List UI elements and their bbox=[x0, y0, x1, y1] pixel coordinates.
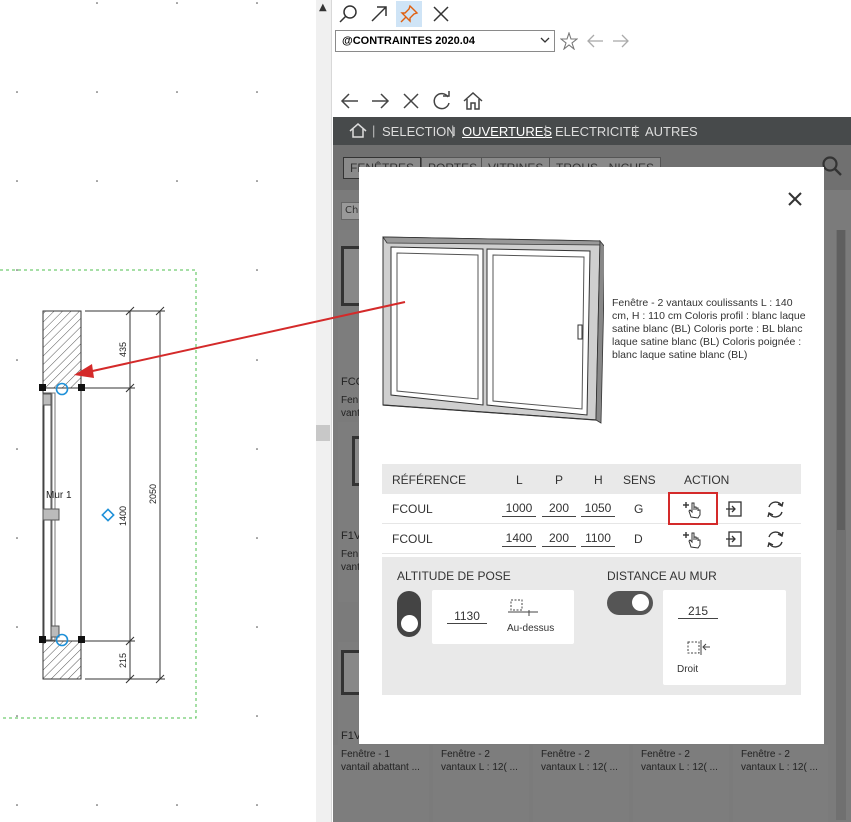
card-desc: Fen vant bbox=[341, 549, 360, 573]
distance-value[interactable]: 215 bbox=[678, 604, 718, 619]
card-desc: Fenêtre - 2 vantaux L : 12( ... bbox=[541, 749, 618, 773]
altitude-caption: Au-dessus bbox=[507, 623, 555, 634]
catalog-card[interactable]: F1V bbox=[338, 642, 363, 752]
app-root: 435 1400 215 2050 Mur 1 ▲ @CONTRAINTES 2… bbox=[0, 0, 851, 822]
back-icon[interactable] bbox=[339, 90, 361, 112]
menu-item-electricite[interactable]: ELECTRICITE bbox=[555, 124, 640, 139]
row-p[interactable]: 200 bbox=[542, 501, 576, 517]
close-icon[interactable] bbox=[428, 1, 454, 27]
table-header: RÉFÉRENCE L P H SENS ACTION bbox=[382, 464, 801, 494]
profile-select[interactable]: @CONTRAINTES 2020.04 bbox=[335, 30, 555, 52]
row-sens: D bbox=[634, 532, 643, 546]
align-right-icon[interactable] bbox=[687, 640, 713, 656]
catalog-card[interactable]: Fenêtre - 2 vantaux L : 12( ... bbox=[733, 745, 828, 822]
card-desc: Fenêtre - 2 vantaux L : 12( ... bbox=[641, 749, 718, 773]
catalog-card[interactable]: F1V Fen vant bbox=[338, 422, 364, 602]
sliding-window-image bbox=[382, 236, 604, 424]
distance-label: DISTANCE AU MUR bbox=[607, 569, 717, 583]
table-row[interactable]: FCOUL 1000 200 1050 G bbox=[382, 494, 801, 524]
menu-item-selection[interactable]: SELECTION bbox=[382, 124, 456, 139]
wall-label: Mur 1 bbox=[46, 490, 72, 501]
bottom-card-row: Fenêtre - 1 vantail abattant ... Fenêtre… bbox=[333, 745, 851, 822]
distance-card: 215 Droit bbox=[663, 590, 786, 685]
menu-item-ouvertures[interactable]: OUVERTURES bbox=[462, 124, 552, 139]
cad-view[interactable]: 435 1400 215 2050 Mur 1 bbox=[0, 0, 316, 822]
forward-icon[interactable] bbox=[369, 90, 391, 112]
back-small-icon[interactable] bbox=[585, 32, 605, 50]
top-toolbar bbox=[333, 0, 851, 28]
altitude-card: 1130 Au-dessus bbox=[432, 590, 574, 644]
card-desc: Fenêtre - 2 vantaux L : 12( ... bbox=[741, 749, 818, 773]
product-description: Fenêtre - 2 vantaux coulissants L : 140 … bbox=[612, 297, 806, 361]
search-icon[interactable] bbox=[335, 1, 361, 27]
modal-close-icon[interactable] bbox=[785, 189, 805, 209]
table-row[interactable]: FCOUL 1400 200 1100 D bbox=[382, 524, 801, 554]
col-reference: RÉFÉRENCE bbox=[392, 473, 467, 487]
catalog-card[interactable]: FCC Fen vant bbox=[338, 230, 364, 419]
card-desc: Fenêtre - 1 vantail abattant ... bbox=[341, 749, 420, 773]
pin-icon[interactable] bbox=[396, 1, 422, 27]
altitude-toggle[interactable] bbox=[397, 591, 421, 637]
profile-select-value: @CONTRAINTES 2020.04 bbox=[342, 35, 475, 47]
row-l[interactable]: 1400 bbox=[502, 531, 536, 547]
dim-top-label: 435 bbox=[118, 342, 128, 357]
forward-small-icon[interactable] bbox=[611, 32, 631, 50]
flip-icon[interactable] bbox=[764, 498, 786, 520]
altitude-label: ALTITUDE DE POSE bbox=[397, 569, 511, 583]
menu-item-autres[interactable]: AUTRES bbox=[645, 124, 698, 139]
card-desc: Fenêtre - 2 vantaux L : 12( ... bbox=[441, 749, 518, 773]
card-desc: Fen vant bbox=[341, 395, 360, 419]
chevron-down-icon[interactable] bbox=[539, 34, 551, 46]
dim-bottom-label: 215 bbox=[118, 653, 128, 668]
arrow-up-right-icon[interactable] bbox=[366, 1, 392, 27]
catalog-scroll-thumb[interactable] bbox=[837, 230, 845, 530]
catalog-scrollbar[interactable] bbox=[836, 230, 846, 820]
col-p: P bbox=[555, 473, 564, 487]
star-icon[interactable] bbox=[560, 32, 578, 50]
distance-toggle[interactable] bbox=[607, 591, 653, 615]
catalog-card[interactable]: Fenêtre - 2 vantaux L : 12( ... bbox=[633, 745, 729, 822]
dim-mid-label: 1400 bbox=[118, 506, 128, 526]
col-l: L bbox=[516, 473, 523, 487]
altitude-value[interactable]: 1130 bbox=[447, 609, 487, 624]
row-ref: FCOUL bbox=[392, 532, 433, 546]
row-ref: FCOUL bbox=[392, 502, 433, 516]
stop-icon[interactable] bbox=[400, 90, 422, 112]
splitter-grip[interactable] bbox=[316, 425, 330, 441]
home-icon[interactable] bbox=[462, 90, 484, 112]
row-p[interactable]: 200 bbox=[542, 531, 576, 547]
col-h: H bbox=[594, 473, 603, 487]
distance-caption: Droit bbox=[677, 664, 699, 675]
row-h[interactable]: 1050 bbox=[581, 501, 615, 517]
row-h[interactable]: 1100 bbox=[581, 531, 615, 547]
catalog-card[interactable]: Fenêtre - 2 vantaux L : 12( ... bbox=[533, 745, 629, 822]
insert-hand-icon[interactable] bbox=[680, 528, 702, 550]
toggle-knob bbox=[632, 594, 649, 611]
col-action: ACTION bbox=[684, 473, 730, 487]
catalog-card[interactable]: Fenêtre - 2 vantaux L : 12( ... bbox=[433, 745, 529, 822]
reload-icon[interactable] bbox=[431, 90, 453, 112]
place-icon[interactable] bbox=[724, 498, 746, 520]
collapse-up-icon[interactable]: ▲ bbox=[319, 2, 327, 13]
catalog-card[interactable]: Fenêtre - 1 vantail abattant ... bbox=[333, 745, 429, 822]
dim-total-label: 2050 bbox=[148, 484, 158, 504]
place-icon[interactable] bbox=[724, 528, 746, 550]
col-sens: SENS bbox=[623, 473, 656, 487]
toggle-knob bbox=[401, 615, 418, 632]
panel-splitter[interactable]: ▲ bbox=[316, 0, 332, 822]
cad-drawing[interactable]: 435 1400 215 2050 Mur 1 bbox=[0, 0, 316, 822]
category-menu: | SELECTION | OUVERTURES | ELECTRICITE |… bbox=[333, 117, 851, 145]
row-l[interactable]: 1000 bbox=[502, 501, 536, 517]
product-modal: Fenêtre - 2 vantaux coulissants L : 140 … bbox=[359, 167, 824, 744]
highlight-box bbox=[668, 492, 718, 525]
reference-table: RÉFÉRENCE L P H SENS ACTION FCOUL 1000 2… bbox=[382, 464, 801, 554]
placement-options: ALTITUDE DE POSE DISTANCE AU MUR 1130 Au… bbox=[382, 557, 801, 695]
menu-home-icon[interactable] bbox=[349, 122, 367, 138]
row-sens: G bbox=[634, 502, 644, 516]
browser-nav bbox=[333, 88, 851, 116]
catalog-search-icon[interactable] bbox=[821, 155, 843, 177]
align-above-icon[interactable] bbox=[508, 599, 540, 617]
flip-icon[interactable] bbox=[764, 528, 786, 550]
